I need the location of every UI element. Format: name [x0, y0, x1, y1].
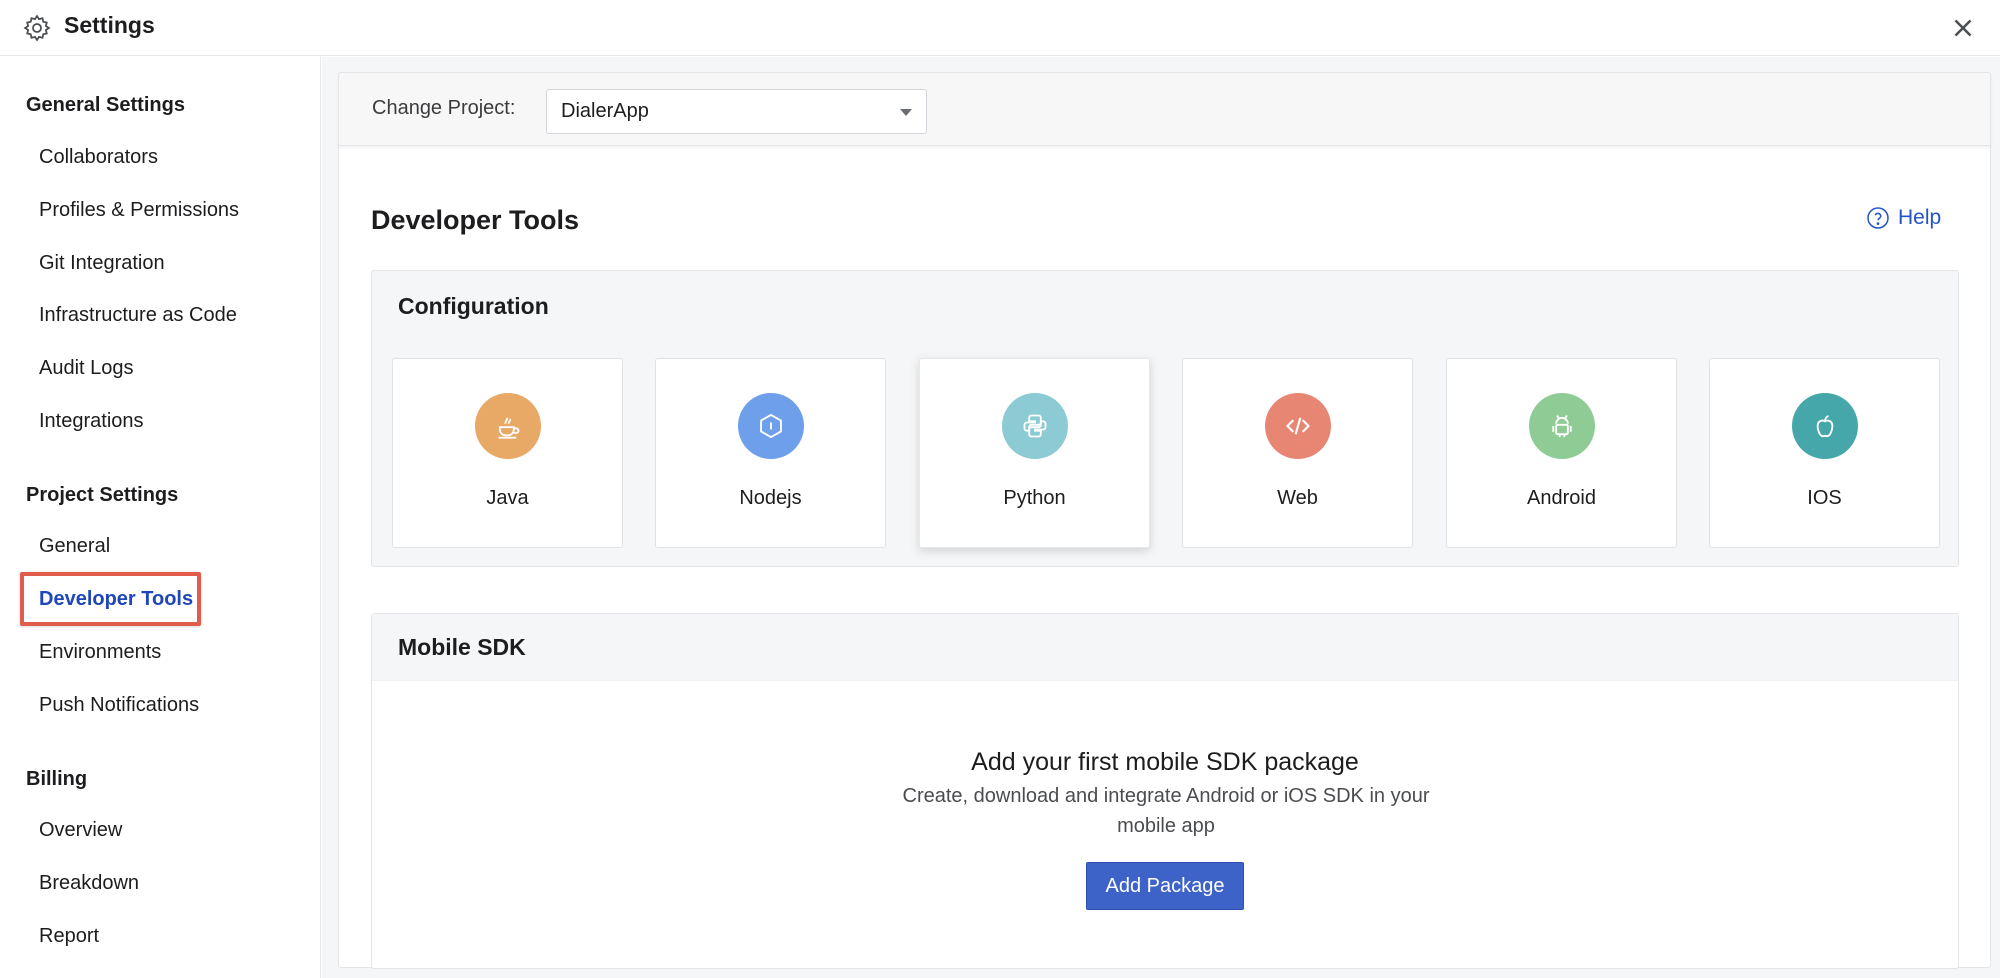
mobile-sdk-title: Mobile SDK: [398, 634, 526, 660]
close-icon[interactable]: [1948, 13, 1978, 43]
tile-android[interactable]: Android: [1446, 358, 1677, 548]
sidebar-item-report[interactable]: Report: [39, 925, 99, 948]
android-icon: [1529, 393, 1595, 459]
configuration-title: Configuration: [398, 293, 549, 319]
sidebar-item-collaborators[interactable]: Collaborators: [39, 146, 158, 169]
tile-label: Web: [1277, 487, 1318, 509]
help-label: Help: [1898, 206, 1942, 229]
tile-label: Java: [486, 487, 529, 509]
sidebar-item-breakdown[interactable]: Breakdown: [39, 872, 139, 895]
apple-icon: [1792, 393, 1858, 459]
sidebar-item-audit-logs[interactable]: Audit Logs: [39, 357, 134, 380]
python-icon: [1002, 393, 1068, 459]
tile-ios[interactable]: IOS: [1709, 358, 1940, 548]
chevron-down-icon: [900, 109, 912, 116]
tile-java[interactable]: Java: [392, 358, 623, 548]
sidebar-heading-billing: Billing: [26, 768, 88, 790]
sidebar-item-integrations[interactable]: Integrations: [39, 410, 144, 433]
tile-nodejs[interactable]: Nodejs: [655, 358, 886, 548]
sidebar-item-push-notifications[interactable]: Push Notifications: [39, 694, 199, 717]
empty-state-title: Add your first mobile SDK package: [971, 748, 1359, 776]
sidebar-heading-general-settings: General Settings: [26, 94, 185, 116]
tile-web[interactable]: Web: [1182, 358, 1413, 548]
tile-label: IOS: [1807, 487, 1842, 509]
help-icon: [1867, 207, 1889, 229]
sidebar-item-infrastructure-as-code[interactable]: Infrastructure as Code: [39, 304, 237, 327]
sidebar-heading-project-settings: Project Settings: [26, 484, 179, 506]
tile-label: Nodejs: [739, 487, 802, 509]
java-icon: [475, 393, 541, 459]
sidebar-item-general[interactable]: General: [39, 535, 110, 558]
tile-label: Python: [1003, 487, 1066, 509]
gear-icon: [23, 14, 51, 42]
top-bar: Settings: [0, 0, 2000, 56]
empty-state-description: Create, download and integrate Android o…: [902, 785, 1430, 837]
configuration-card: Configuration Java Nodejs Python Web And…: [371, 270, 1959, 567]
window-title: Settings: [64, 12, 155, 38]
add-package-button[interactable]: Add Package: [1086, 862, 1244, 910]
project-select[interactable]: DialerApp: [546, 89, 927, 134]
sidebar-item-git-integration[interactable]: Git Integration: [39, 252, 165, 275]
project-select-value: DialerApp: [561, 100, 649, 122]
mobile-sdk-header: Mobile SDK: [372, 614, 1958, 681]
code-icon: [1265, 393, 1331, 459]
help-link[interactable]: Help: [1866, 204, 1941, 232]
tile-label: Android: [1527, 487, 1596, 509]
sidebar-item-environments[interactable]: Environments: [39, 641, 161, 664]
page-title: Developer Tools: [371, 205, 580, 235]
sidebar-item-profiles-permissions[interactable]: Profiles & Permissions: [39, 199, 239, 222]
tile-python[interactable]: Python: [919, 358, 1150, 548]
mobile-sdk-card: Mobile SDK Add your first mobile SDK pac…: [371, 613, 1959, 969]
nodejs-icon: [738, 393, 804, 459]
sidebar-item-developer-tools[interactable]: Developer Tools: [39, 588, 193, 611]
change-project-label: Change Project:: [372, 97, 516, 119]
sidebar-item-overview[interactable]: Overview: [39, 819, 122, 842]
